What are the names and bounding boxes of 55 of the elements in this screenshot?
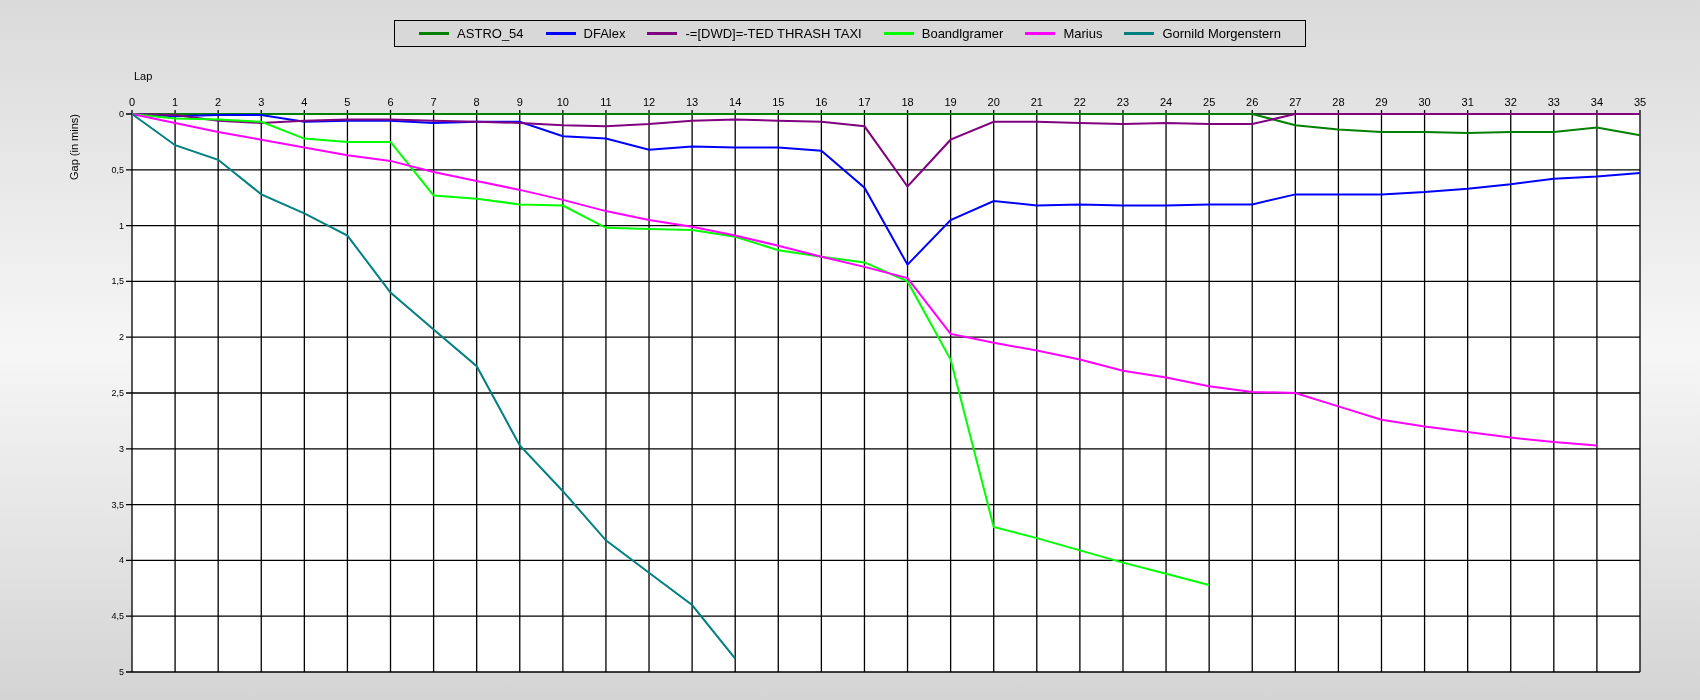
legend-label: ASTRO_54	[457, 24, 524, 43]
x-tick-label: 18	[901, 96, 914, 108]
x-tick-label: 17	[858, 96, 871, 108]
y-tick-label: 0,5	[111, 164, 124, 175]
legend-label: Marius	[1063, 24, 1103, 43]
x-tick-label: 16	[815, 96, 828, 108]
y-tick-label: 3,5	[111, 499, 124, 510]
x-tick-label: 26	[1246, 96, 1259, 108]
y-tick-label: 4,5	[111, 611, 124, 622]
x-tick-label: 31	[1461, 96, 1474, 108]
y-tick-label: 1,5	[111, 276, 124, 287]
y-tick-label: 0	[119, 109, 124, 119]
x-tick-label: 24	[1159, 96, 1173, 108]
x-tick-label: 1	[172, 96, 179, 108]
y-tick-label: 1	[119, 220, 124, 231]
y-tick-label: 5	[119, 667, 124, 677]
x-tick-label: 22	[1073, 96, 1086, 108]
x-tick-label: 27	[1289, 96, 1302, 108]
x-tick-label: 11	[600, 96, 612, 108]
x-tick-label: 32	[1504, 96, 1517, 108]
x-tick-label: 0	[128, 96, 136, 108]
x-tick-label: 19	[944, 96, 957, 108]
legend-label: Gornild Morgenstern	[1162, 24, 1281, 43]
x-tick-label: 14	[729, 96, 742, 108]
x-axis-title: Lap	[134, 70, 153, 82]
x-tick-label: 28	[1332, 96, 1345, 108]
x-tick-label: 13	[686, 96, 699, 108]
x-tick-label: 5	[344, 96, 351, 108]
x-tick-label: 30	[1418, 96, 1431, 108]
x-tick-label: 9	[516, 96, 523, 108]
x-tick-label: 35	[1633, 96, 1647, 108]
legend-label: DFAlex	[583, 24, 626, 43]
x-tick-label: 33	[1547, 96, 1560, 108]
x-tick-label: 7	[430, 96, 437, 108]
x-tick-label: 20	[987, 96, 1000, 108]
x-tick-label: 21	[1030, 96, 1043, 108]
x-tick-label: 12	[642, 96, 656, 108]
x-tick-label: 34	[1590, 96, 1604, 108]
x-tick-label: 6	[387, 96, 394, 108]
x-tick-label: 10	[556, 96, 569, 108]
x-tick-label: 2	[215, 96, 222, 108]
y-tick-label: 4	[119, 555, 124, 566]
x-tick-label: 8	[473, 96, 480, 108]
x-tick-label: 25	[1203, 96, 1216, 108]
y-tick-label: 2,5	[111, 388, 124, 398]
x-tick-label: 15	[772, 96, 785, 108]
x-tick-label: 4	[301, 96, 308, 108]
legend-label: Boandlgramer	[921, 24, 1004, 43]
x-tick-label: 29	[1375, 96, 1388, 108]
x-tick-label: 23	[1116, 96, 1130, 108]
legend-label: -=[DWD]=-TED THRASH TAXI	[685, 24, 862, 43]
y-tick-label: 2	[119, 332, 124, 343]
y-axis-title: Gap (in mins)	[68, 114, 80, 180]
y-tick-label: 3	[119, 443, 124, 454]
x-tick-label: 3	[258, 96, 265, 108]
